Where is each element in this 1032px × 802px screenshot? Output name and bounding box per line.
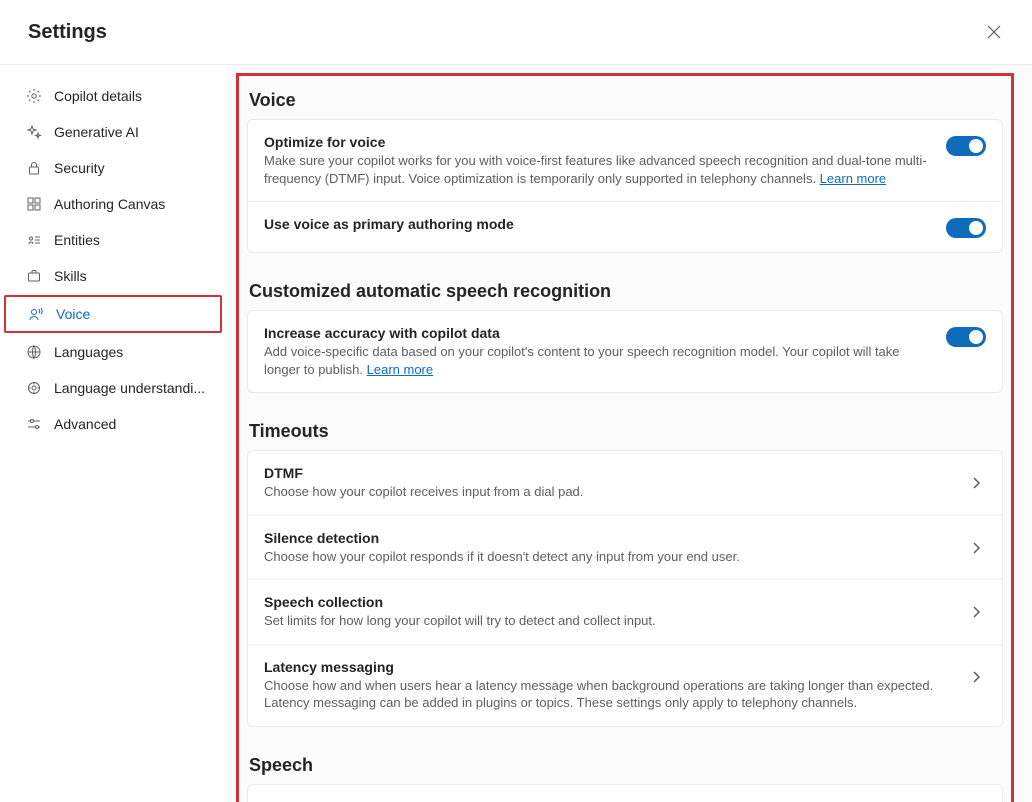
globe-icon [26,344,42,360]
close-button[interactable] [980,18,1008,46]
sliders-icon [26,416,42,432]
sidebar-item-entities[interactable]: Entities [4,223,222,257]
sidebar-item-advanced[interactable]: Advanced [4,407,222,441]
setting-description: Set limits for how long your copilot wil… [264,612,954,630]
row-voice-primary-authoring: Use voice as primary authoring mode [248,201,1002,252]
sidebar-item-language-understanding[interactable]: Language understandi... [4,371,222,405]
toggle-increase-accuracy[interactable] [946,327,986,347]
learn-more-link[interactable]: Learn more [367,362,433,377]
section-heading-speech: Speech [247,749,1003,784]
card-timeouts: DTMF Choose how your copilot receives in… [247,450,1003,727]
toggle-optimize-for-voice[interactable] [946,136,986,156]
sidebar-item-label: Voice [56,306,90,322]
gear-icon [26,88,42,104]
sidebar-item-voice[interactable]: Voice [4,295,222,333]
sidebar-item-label: Copilot details [54,88,142,104]
row-optimize-for-voice: Optimize for voice Make sure your copilo… [248,120,1002,201]
sidebar-item-label: Skills [54,268,87,284]
sidebar-item-languages[interactable]: Languages [4,335,222,369]
sidebar-item-label: Generative AI [54,124,139,140]
grid-icon [26,196,42,212]
card-voice-settings: Optimize for voice Make sure your copilo… [247,119,1003,253]
sidebar-item-label: Language understandi... [54,380,205,396]
close-icon [987,25,1001,39]
card-asr: Increase accuracy with copilot data Add … [247,310,1003,393]
row-speech-collection[interactable]: Speech collection Set limits for how lon… [248,579,1002,644]
row-latency-messaging[interactable]: Latency messaging Choose how and when us… [248,644,1002,726]
setting-description: Choose how your copilot receives input f… [264,483,954,501]
setting-title: Latency messaging [264,659,954,675]
sidebar-item-copilot-details[interactable]: Copilot details [4,79,222,113]
toggle-voice-primary-authoring[interactable] [946,218,986,238]
sidebar-item-label: Security [54,160,105,176]
setting-title: Increase accuracy with copilot data [264,325,934,341]
setting-description: Choose how and when users hear a latency… [264,677,954,712]
sidebar: Copilot details Generative AI Security A… [0,65,226,802]
chevron-right-icon [966,538,986,558]
header: Settings [0,0,1032,65]
chevron-right-icon [966,602,986,622]
sidebar-item-label: Authoring Canvas [54,196,165,212]
sparkle-icon [26,124,42,140]
sidebar-item-security[interactable]: Security [4,151,222,185]
setting-description: Make sure your copilot works for you wit… [264,152,934,187]
voice-icon [28,306,44,322]
main-content: Voice Optimize for voice Make sure your … [226,65,1032,802]
card-speech: Sensitivity Controls the level of sensit… [247,784,1003,802]
section-heading-asr: Customized automatic speech recognition [247,275,1003,310]
sidebar-item-label: Languages [54,344,123,360]
sidebar-item-authoring-canvas[interactable]: Authoring Canvas [4,187,222,221]
row-sensitivity[interactable]: Sensitivity Controls the level of sensit… [248,785,1002,802]
page-title: Settings [28,21,107,44]
section-heading-timeouts: Timeouts [247,415,1003,450]
setting-title: Silence detection [264,530,954,546]
setting-title: Use voice as primary authoring mode [264,216,934,232]
sidebar-item-generative-ai[interactable]: Generative AI [4,115,222,149]
text-icon [26,232,42,248]
row-dtmf[interactable]: DTMF Choose how your copilot receives in… [248,451,1002,515]
row-increase-accuracy: Increase accuracy with copilot data Add … [248,311,1002,392]
sidebar-item-label: Advanced [54,416,116,432]
sidebar-item-label: Entities [54,232,100,248]
chevron-right-icon [966,473,986,493]
setting-title: Optimize for voice [264,134,934,150]
chevron-right-icon [966,667,986,687]
brain-icon [26,380,42,396]
briefcase-icon [26,268,42,284]
section-heading-voice: Voice [247,84,1003,119]
learn-more-link[interactable]: Learn more [820,171,886,186]
setting-description: Add voice-specific data based on your co… [264,343,934,378]
setting-description: Choose how your copilot responds if it d… [264,548,954,566]
lock-icon [26,160,42,176]
setting-title: DTMF [264,465,954,481]
setting-title: Speech collection [264,594,954,610]
row-silence-detection[interactable]: Silence detection Choose how your copilo… [248,515,1002,580]
sidebar-item-skills[interactable]: Skills [4,259,222,293]
